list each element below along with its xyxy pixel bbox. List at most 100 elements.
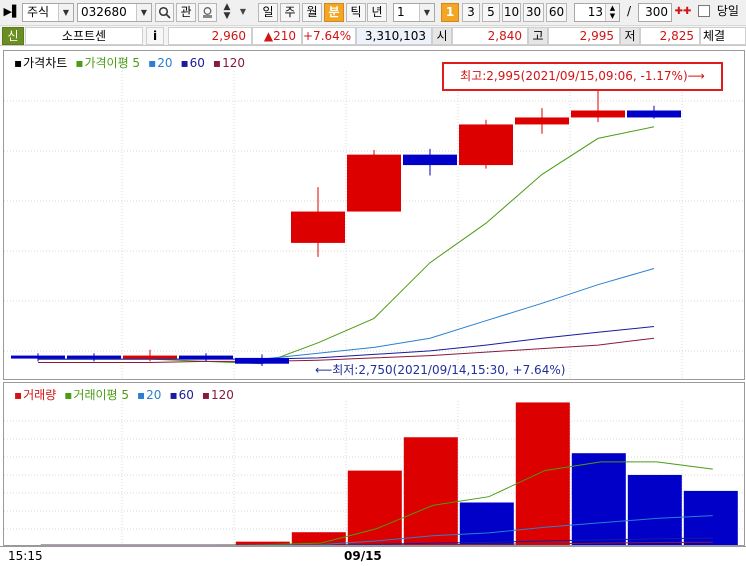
today-label: 당일 [716, 4, 739, 18]
market-select[interactable]: 주식 ▼ [22, 3, 74, 22]
chevron-down-icon[interactable]: ▼ [237, 3, 249, 22]
max-count-input[interactable]: 300 [638, 3, 672, 22]
period-button-4[interactable]: 분 [324, 3, 344, 22]
candle[interactable] [627, 105, 681, 119]
legend-item[interactable]: ▪120 [202, 388, 238, 402]
count-input[interactable]: 13 ▲ ▼ [574, 3, 620, 22]
candle[interactable] [515, 108, 569, 134]
legend-label: 60 [189, 56, 205, 70]
legend-item[interactable]: ▪거래이평 5 [64, 388, 133, 402]
period-button-1[interactable]: 일 [258, 3, 278, 22]
legend-label: 가격이평 5 [84, 56, 141, 70]
side-toggle-icon[interactable]: ▶▌ [3, 3, 21, 22]
legend-item[interactable]: ▪가격이평 5 [75, 56, 144, 70]
volume-bar[interactable] [627, 474, 682, 546]
stock-name[interactable]: 소프트센 [25, 27, 143, 45]
quote-info-row: 신 소프트센 i 2,960 ▲210 +7.64% 3,310,103 시 2… [0, 26, 746, 46]
open-label: 시 [432, 27, 452, 45]
credit-badge: 신 [2, 27, 24, 45]
price-chart-panel[interactable]: ▪가격차트 ▪가격이평 5 ▪20 ▪60 ▪120 [3, 50, 745, 380]
candle[interactable] [291, 187, 345, 257]
legend-label: 120 [211, 388, 234, 402]
legend-item[interactable]: ▪20 [137, 388, 165, 402]
legend-label: 60 [178, 388, 194, 402]
candle-body [571, 110, 625, 118]
legend-marker: ▪ [14, 388, 23, 402]
stock-code-input[interactable]: 032680 ▼ [77, 3, 152, 22]
low-price-note: ⟵최저:2,750(2021/09/14,15:30, +7.64%) [315, 363, 566, 377]
legend-marker: ▪ [169, 388, 178, 402]
period-button-6[interactable]: 년 [367, 3, 387, 22]
volume-bar[interactable] [515, 402, 570, 546]
minute-preset-30[interactable]: 30 [523, 3, 544, 22]
volume-chart-panel[interactable]: ▪거래량 ▪거래이평 5 ▪20 ▪60 ▪120 [3, 382, 745, 546]
updown-spinner[interactable]: ▲ ▼ [219, 3, 235, 22]
count-value: 13 [587, 5, 603, 19]
candle[interactable] [403, 148, 457, 176]
legend-marker: ▪ [148, 56, 157, 70]
low-label: 저 [620, 27, 640, 45]
period-button-5[interactable]: 틱 [346, 3, 366, 22]
legend-item[interactable]: ▪20 [148, 56, 176, 70]
volume-bar[interactable] [403, 437, 458, 546]
chart-toolbar: ▶▌ 주식 ▼ 032680 ▼ 관 ▲ ▼ ▼ 일주월분틱년 1 ▼ 1 3 5 10… [0, 0, 746, 26]
candle[interactable] [347, 149, 401, 212]
candle-body [11, 355, 65, 359]
zoom-icon[interactable]: ✚✚ [674, 3, 692, 22]
minute-preset-5[interactable]: 5 [482, 3, 500, 22]
candle-body [235, 357, 289, 364]
candle-body [347, 154, 401, 212]
ma60-line [38, 326, 655, 360]
volume-bar[interactable] [571, 453, 626, 546]
chevron-down-icon: ▼ [136, 4, 151, 21]
candle-body [627, 110, 681, 118]
legend-marker: ▪ [14, 56, 23, 70]
interval-value: 1 [397, 5, 405, 19]
legend-item[interactable]: ▪60 [169, 388, 197, 402]
legend-label: 20 [146, 388, 162, 402]
minute-preset-60[interactable]: 60 [546, 3, 567, 22]
current-price: 2,960 [168, 27, 252, 45]
today-checkbox[interactable]: 당일 [698, 3, 744, 22]
date-tick: 09/15 [344, 549, 382, 563]
price-chart[interactable] [4, 51, 745, 380]
market-select-value: 주식 [27, 5, 50, 19]
legend-label: 거래이평 5 [73, 388, 130, 402]
legend-item[interactable]: ▪60 [181, 56, 209, 70]
minute-preset-3[interactable]: 3 [462, 3, 480, 22]
candle-body [123, 355, 177, 359]
minute-preset-1[interactable]: 1 [441, 3, 459, 22]
legend-item[interactable]: ▪가격차트 [14, 56, 71, 70]
low-price: 2,825 [640, 27, 700, 45]
candle[interactable] [459, 119, 513, 169]
checkbox-icon[interactable] [698, 5, 710, 17]
link-button[interactable] [198, 3, 217, 22]
candle-body [403, 154, 457, 166]
change-rate: +7.64% [302, 27, 356, 45]
legend-item[interactable]: ▪120 [213, 56, 249, 70]
period-button-2[interactable]: 주 [280, 3, 300, 22]
legend-marker: ▪ [75, 56, 84, 70]
search-button[interactable] [155, 3, 174, 22]
high-label: 고 [528, 27, 548, 45]
legend-item[interactable]: ▪거래량 [14, 388, 60, 402]
info-button[interactable]: i [146, 27, 164, 45]
period-button-3[interactable]: 월 [302, 3, 322, 22]
candle-body [459, 124, 513, 166]
candle[interactable] [11, 353, 65, 362]
price-legend: ▪가격차트 ▪가격이평 5 ▪20 ▪60 ▪120 [14, 54, 253, 71]
minute-preset-10[interactable]: 10 [502, 3, 521, 22]
volume-bar[interactable] [459, 502, 514, 547]
volume-chart[interactable] [4, 383, 745, 546]
chevron-down-icon: ▼ [419, 4, 434, 21]
high-price: 2,995 [548, 27, 620, 45]
volume-bar[interactable] [347, 470, 402, 546]
interest-button[interactable]: 관 [176, 3, 196, 22]
candle[interactable] [67, 353, 121, 362]
interval-select[interactable]: 1 ▼ [393, 3, 435, 22]
legend-marker: ▪ [212, 56, 222, 70]
spinner-icon[interactable]: ▲ ▼ [605, 4, 619, 21]
high-price-note: 최고:2,995(2021/09/15,09:06, -1.17%)⟶ [442, 62, 723, 91]
ma20-line [38, 268, 655, 360]
trade-label: 체결 [700, 27, 746, 45]
